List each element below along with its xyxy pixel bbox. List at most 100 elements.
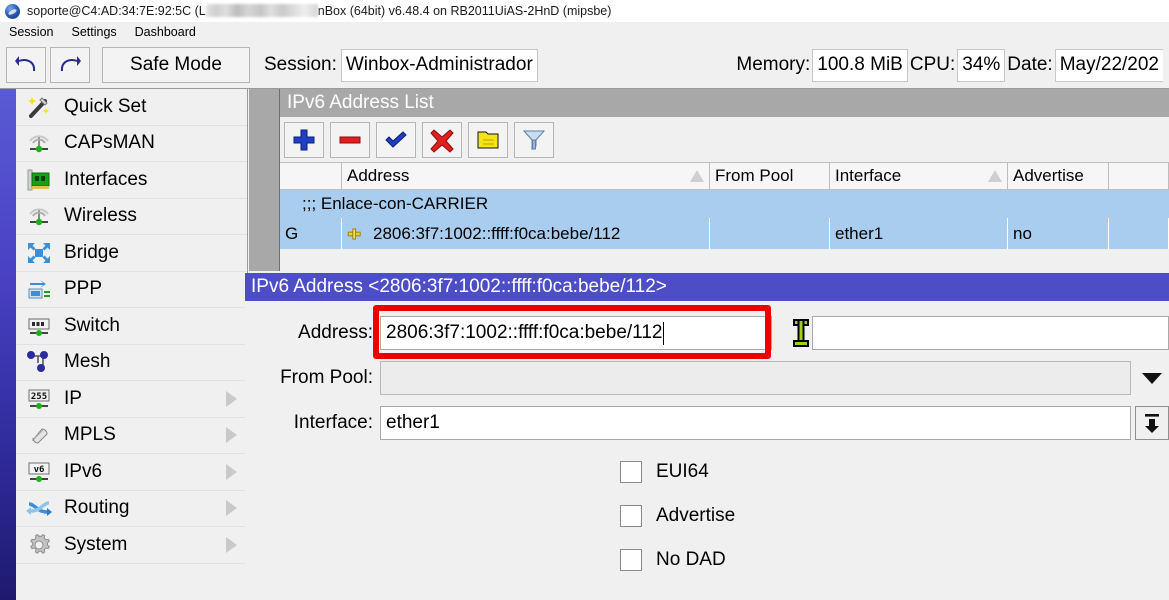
network-card-icon — [24, 166, 54, 194]
no-dad-label: No DAD — [656, 549, 726, 571]
comment-note-icon — [475, 127, 501, 153]
sidebar-item-label: IPv6 — [64, 461, 102, 483]
cell-from-pool — [710, 218, 830, 249]
column-header-advertise[interactable]: Advertise — [1008, 162, 1109, 190]
chevron-right-icon — [226, 464, 237, 480]
svg-text:v6: v6 — [34, 465, 45, 475]
from-pool-dropdown-button[interactable] — [1135, 361, 1169, 395]
antenna-icon — [24, 129, 54, 157]
cpu-label: CPU: — [910, 54, 955, 76]
ipv6-address-dialog-body: Address: 2806:3f7:1002::ffff:f0ca:bebe/1… — [245, 301, 1169, 582]
column-header-interface[interactable]: Interface — [830, 162, 1008, 190]
no-dad-checkbox-row[interactable]: No DAD — [245, 538, 1169, 582]
sidebar-item-ppp[interactable]: PPP — [16, 272, 247, 309]
advertise-checkbox[interactable] — [620, 505, 642, 527]
no-dad-checkbox[interactable] — [620, 549, 642, 571]
advertise-checkbox-row[interactable]: Advertise — [245, 494, 1169, 538]
add-button[interactable] — [284, 122, 324, 158]
interface-dropdown-button[interactable] — [1135, 406, 1169, 440]
cross-icon — [429, 127, 455, 153]
redo-button[interactable] — [50, 47, 90, 83]
sidebar-item-capsman[interactable]: CAPsMAN — [16, 126, 247, 163]
sidebar-item-quick-set[interactable]: Quick Set — [16, 89, 247, 126]
disable-button[interactable] — [422, 122, 462, 158]
table-row[interactable]: G 2806:3f7:1002::ffff:f0ca:bebe/112 ethe… — [280, 218, 1169, 249]
sort-ascending-icon — [988, 170, 1002, 182]
chevron-right-icon — [226, 391, 237, 407]
sidebar-item-mpls[interactable]: MPLS — [16, 418, 247, 455]
date-value: May/22/202 — [1055, 49, 1163, 82]
menubar: Session Settings Dashboard — [0, 22, 1169, 42]
cell-address-text: 2806:3f7:1002::ffff:f0ca:bebe/112 — [373, 224, 620, 244]
ppp-icon — [24, 275, 54, 303]
chevron-right-icon — [226, 537, 237, 553]
column-header-address[interactable]: Address — [342, 162, 710, 190]
cpu-value: 34% — [957, 49, 1005, 82]
ipv6-address-list-window: IPv6 Address List — [280, 89, 1169, 271]
sidebar-item-wireless[interactable]: Wireless — [16, 199, 247, 236]
undo-button[interactable] — [6, 47, 46, 83]
advertise-label: Advertise — [656, 505, 735, 527]
ipv6-address-list-title: IPv6 Address List — [280, 89, 1169, 117]
address-input-extension[interactable] — [812, 316, 1169, 350]
minus-icon — [337, 127, 363, 153]
filter-button[interactable] — [514, 122, 554, 158]
routing-arrows-icon — [24, 494, 54, 522]
interface-field-row: Interface: ether1 — [245, 405, 1169, 441]
ip-255-icon: 255 — [24, 385, 54, 413]
sidebar-item-label: Switch — [64, 315, 120, 337]
menu-item-session[interactable]: Session — [0, 22, 62, 42]
sidebar-item-label: IP — [64, 388, 82, 410]
cell-advertise: no — [1008, 218, 1109, 249]
from-pool-input[interactable] — [380, 361, 1131, 395]
window-left-gutter — [249, 89, 280, 271]
session-value[interactable]: Winbox-Administrador — [341, 49, 538, 82]
memory-label: Memory: — [736, 54, 810, 76]
remove-button[interactable] — [330, 122, 370, 158]
column-header-from-pool[interactable]: From Pool — [710, 162, 830, 190]
eui64-checkbox[interactable] — [620, 461, 642, 483]
enable-button[interactable] — [376, 122, 416, 158]
bridge-arrows-icon — [24, 239, 54, 267]
sidebar-item-ip[interactable]: 255 IP — [16, 381, 247, 418]
sidebar-item-label: PPP — [64, 278, 102, 300]
column-header-address-label: Address — [347, 166, 409, 186]
menu-item-dashboard[interactable]: Dashboard — [126, 22, 205, 42]
column-header-interface-label: Interface — [835, 166, 901, 186]
text-ibeam-cursor — [790, 316, 812, 350]
antenna-icon — [24, 202, 54, 230]
window-title-prefix: soporte@C4:AD:34:7E:92:5C (L — [27, 4, 206, 18]
sidebar-menu: Quick Set CAPsMAN — [16, 89, 248, 600]
sidebar-item-label: CAPsMAN — [64, 132, 155, 154]
window-titlebar: soporte@C4:AD:34:7E:92:5C (LnBox (64bit)… — [0, 0, 1169, 22]
column-header-flags[interactable] — [280, 162, 342, 190]
sidebar-item-system[interactable]: System — [16, 527, 247, 564]
sidebar-item-bridge[interactable]: Bridge — [16, 235, 247, 272]
address-label: Address: — [245, 322, 380, 344]
sidebar-item-label: System — [64, 534, 127, 556]
eui64-checkbox-row[interactable]: EUI64 — [245, 450, 1169, 494]
safe-mode-button[interactable]: Safe Mode — [102, 47, 250, 83]
interface-input-value: ether1 — [386, 412, 440, 434]
sidebar-item-ipv6[interactable]: v6 IPv6 — [16, 454, 247, 491]
address-input[interactable]: 2806:3f7:1002::ffff:f0ca:bebe/112 — [380, 316, 772, 350]
sidebar-item-label: Interfaces — [64, 169, 147, 191]
menu-item-settings[interactable]: Settings — [62, 22, 125, 42]
sort-ascending-icon — [690, 170, 704, 182]
undo-icon — [13, 54, 39, 76]
interface-label: Interface: — [245, 412, 380, 434]
table-comment-row[interactable]: ;;; Enlace-con-CARRIER — [280, 190, 1169, 218]
sidebar-item-label: Routing — [64, 497, 130, 519]
magic-wand-icon — [24, 93, 54, 121]
sidebar-item-routing[interactable]: Routing — [16, 491, 247, 528]
comment-button[interactable] — [468, 122, 508, 158]
plus-icon — [291, 127, 317, 153]
sidebar-item-interfaces[interactable]: Interfaces — [16, 162, 247, 199]
interface-input[interactable]: ether1 — [380, 406, 1131, 440]
sidebar-item-switch[interactable]: Switch — [16, 308, 247, 345]
winbox-window: soporte@C4:AD:34:7E:92:5C (LnBox (64bit)… — [0, 0, 1169, 600]
cell-interface: ether1 — [830, 218, 1008, 249]
dynamic-key-icon — [347, 228, 366, 240]
funnel-icon — [521, 127, 547, 153]
sidebar-item-mesh[interactable]: Mesh — [16, 345, 247, 382]
